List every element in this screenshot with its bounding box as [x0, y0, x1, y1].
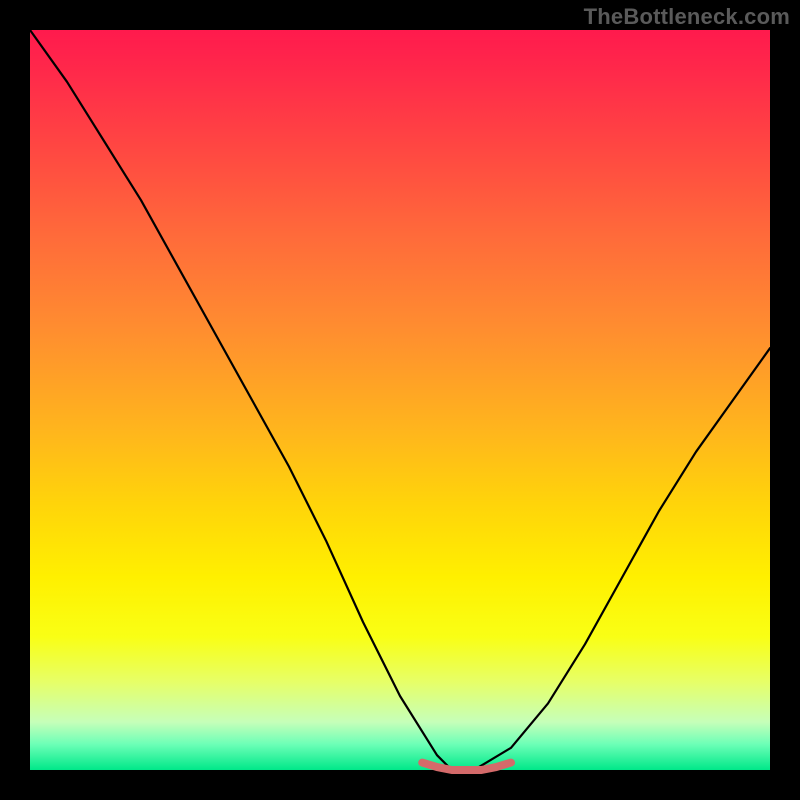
chart-frame: TheBottleneck.com: [0, 0, 800, 800]
watermark-text: TheBottleneck.com: [584, 4, 790, 30]
bottleneck-curve: [30, 30, 770, 770]
flat-minimum: [422, 763, 511, 770]
curve-layer: [30, 30, 770, 770]
plot-area: [30, 30, 770, 770]
